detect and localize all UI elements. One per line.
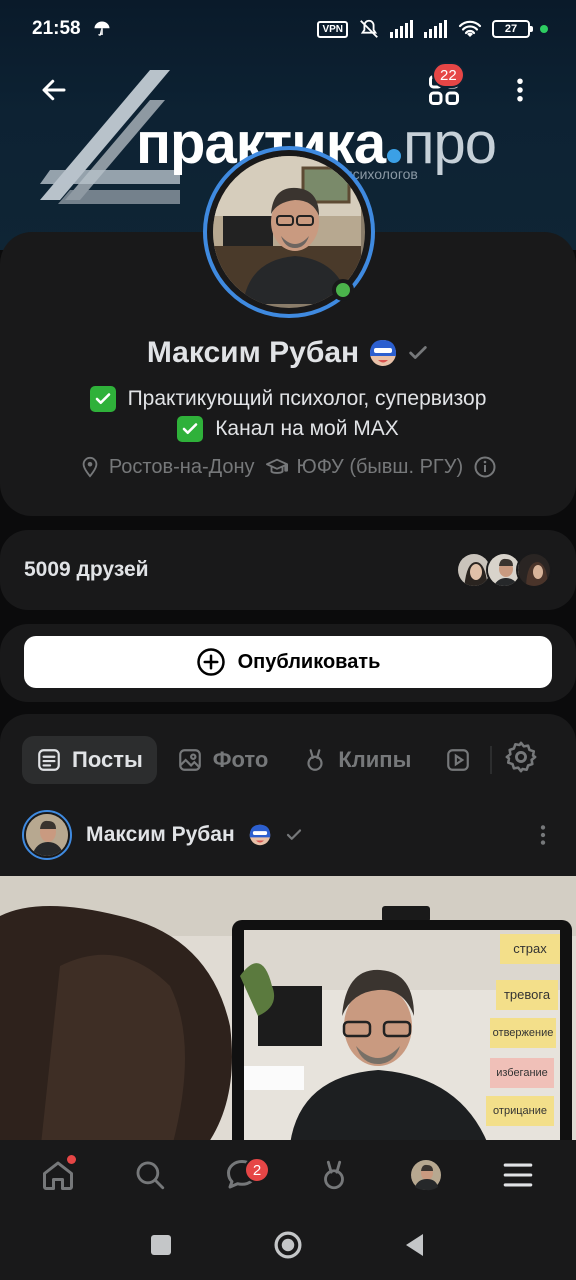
profile-city[interactable]: Ростов-на-Дону: [79, 456, 255, 479]
post-header: Максим Рубан: [22, 808, 556, 862]
tab-clips[interactable]: Клипы: [288, 736, 425, 784]
battery-indicator: 27: [492, 20, 533, 38]
city-label: Ростов-на-Дону: [108, 455, 255, 478]
back-button[interactable]: [22, 58, 86, 122]
home-notification-dot: [67, 1155, 76, 1164]
profile-name-row: Максим Рубан: [0, 336, 576, 370]
tabs-divider: [490, 746, 492, 774]
tab-posts-label: Посты: [72, 747, 143, 772]
system-navigation-bar: [0, 1210, 576, 1280]
wifi-icon: [458, 20, 482, 37]
tab-clips-label: Клипы: [338, 747, 412, 772]
home-circle-icon[interactable]: [273, 1230, 303, 1260]
verified-check-icon: [286, 829, 301, 840]
wall-tabs: Посты Фото Клипы: [22, 736, 471, 784]
nav-messages[interactable]: 2: [210, 1143, 274, 1207]
nav-menu[interactable]: [486, 1143, 550, 1207]
superhero-emoji-icon: [249, 824, 270, 846]
verified-check-icon[interactable]: [407, 342, 429, 364]
plus-circle-icon: [196, 648, 225, 676]
nav-profile[interactable]: [394, 1143, 458, 1207]
publish-card: Опубликовать: [0, 624, 576, 702]
post-more-icon[interactable]: [530, 822, 556, 848]
status-text-1: Практикующий психолог, супервизор: [127, 387, 487, 410]
arrow-left-icon: [42, 79, 66, 101]
messages-badge: 2: [244, 1157, 270, 1183]
tab-posts[interactable]: Посты: [22, 736, 157, 784]
recents-square-icon[interactable]: [149, 1233, 173, 1257]
wall-feed: Посты Фото Клипы Максим Рубан страх трев…: [0, 714, 576, 1154]
sticky-note: страх: [500, 934, 560, 964]
nav-search[interactable]: [118, 1143, 182, 1207]
signal-icon: [390, 20, 413, 38]
superhero-emoji-icon: [370, 340, 397, 366]
vpn-badge: VPN: [317, 20, 348, 38]
signal-2-icon: [424, 20, 447, 38]
tab-video[interactable]: [431, 736, 471, 784]
publish-label: Опубликовать: [237, 650, 381, 673]
online-indicator: [332, 279, 354, 301]
friends-count: 5009 друзей: [24, 558, 149, 581]
status-time: 21:58: [32, 18, 81, 39]
profile-meta-row: Ростов-на-Дону ЮФУ (бывш. РГУ): [0, 455, 576, 479]
post-image[interactable]: страх тревога отвержение избегание отриц…: [0, 876, 576, 1154]
status-bar: 21:58 VPN 27: [0, 0, 576, 58]
graduation-cap-icon: [265, 458, 288, 474]
tab-photos-label: Фото: [212, 747, 269, 772]
education-label: ЮФУ (бывш. РГУ): [296, 455, 464, 478]
friends-avatars: [456, 552, 552, 588]
post-author-avatar[interactable]: [22, 810, 72, 860]
location-pin-icon: [82, 456, 98, 478]
bottom-tab-bar: 2: [0, 1140, 576, 1210]
green-check-icon: [177, 416, 204, 442]
info-icon[interactable]: [473, 455, 497, 479]
video-icon: [447, 749, 470, 771]
friend-avatar: [516, 552, 552, 588]
list-icon: [38, 749, 60, 771]
sticky-note: отвержение: [490, 1018, 556, 1048]
search-icon: [136, 1161, 165, 1190]
friends-row[interactable]: 5009 друзей: [0, 530, 576, 610]
privacy-dot: [540, 25, 548, 33]
mute-icon: [360, 19, 378, 38]
tabs-settings-button[interactable]: [504, 740, 538, 779]
profile-status-line-2[interactable]: Канал на мой MAX: [0, 416, 576, 442]
nav-clips[interactable]: [302, 1143, 366, 1207]
nav-home[interactable]: [26, 1143, 90, 1207]
hamburger-menu-icon: [503, 1163, 533, 1187]
profile-education[interactable]: ЮФУ (бывш. РГУ): [265, 455, 464, 479]
clips-icon: [324, 1160, 344, 1190]
green-check-icon: [89, 386, 116, 412]
image-icon: [178, 749, 201, 771]
publish-button[interactable]: Опубликовать: [24, 636, 552, 688]
status-text-2: Канал на мой MAX: [215, 417, 399, 440]
back-triangle-icon[interactable]: [403, 1232, 427, 1258]
profile-avatar-icon: [411, 1160, 441, 1191]
more-options-button[interactable]: [488, 58, 552, 122]
clips-icon: [307, 749, 323, 771]
cover-brand-dot: [387, 149, 402, 163]
services-badge: 22: [432, 62, 465, 88]
umbrella-icon: [94, 21, 110, 36]
gear-icon: [505, 741, 537, 773]
tab-photos[interactable]: Фото: [163, 736, 283, 784]
more-vertical-icon: [517, 78, 523, 102]
profile-name: Максим Рубан: [146, 336, 360, 369]
sticky-note: отрицание: [486, 1096, 554, 1126]
post-author-name[interactable]: Максим Рубан: [86, 823, 235, 847]
sticky-note: тревога: [496, 980, 558, 1010]
profile-status-line-1: Практикующий психолог, супервизор: [0, 386, 576, 412]
sticky-note: избегание: [490, 1058, 554, 1088]
